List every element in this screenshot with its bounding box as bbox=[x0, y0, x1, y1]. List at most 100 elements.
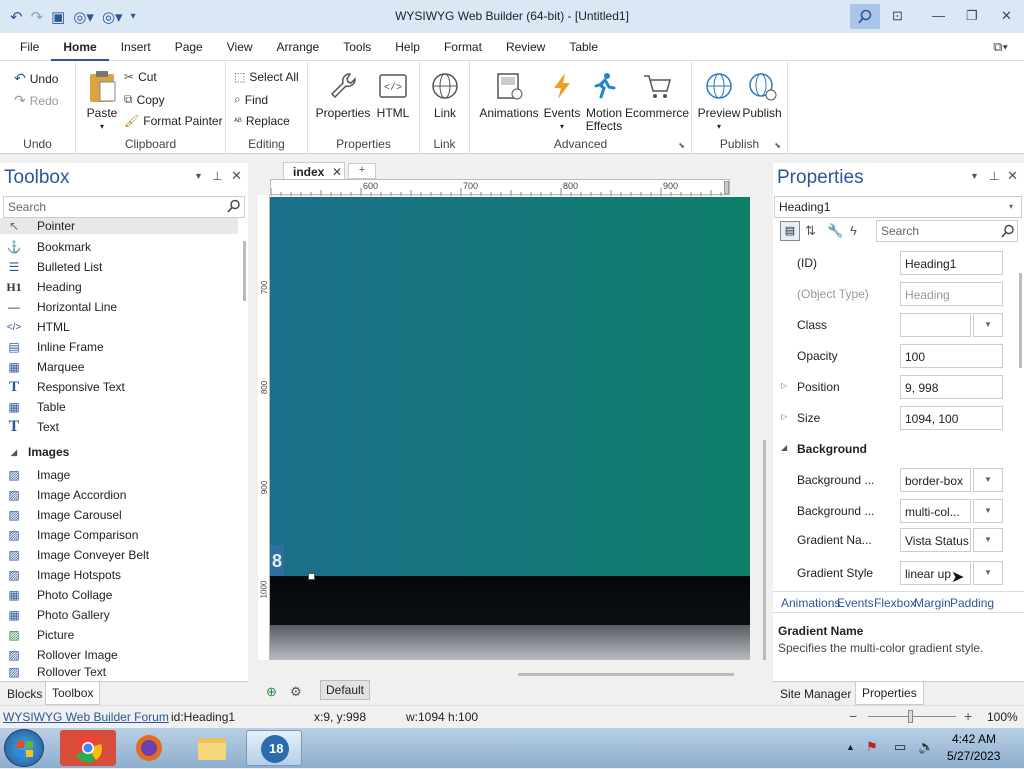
link-flexbox[interactable]: Flexbox bbox=[874, 596, 916, 610]
close-panel-icon[interactable]: ✕ bbox=[231, 168, 242, 184]
motion-effects-button[interactable]: Motion Effects bbox=[582, 69, 626, 133]
save-icon[interactable]: ▣ bbox=[51, 8, 65, 26]
prop-gradient-name-value[interactable]: Vista Status bbox=[900, 528, 971, 552]
horizontal-scrollbar[interactable] bbox=[518, 673, 734, 676]
link-events[interactable]: Events bbox=[837, 596, 874, 610]
chevron-down-icon[interactable]: ▼ bbox=[973, 561, 1003, 585]
search-icon[interactable] bbox=[850, 4, 880, 29]
panel-menu-icon[interactable]: ▼ bbox=[194, 171, 203, 181]
toolbox-item-photo-collage[interactable]: ▦ Photo Collage bbox=[0, 585, 238, 605]
menu-home[interactable]: Home bbox=[51, 33, 109, 61]
toolbox-item-responsive-text[interactable]: T Responsive Text bbox=[0, 377, 238, 397]
firefox-taskbar-button[interactable] bbox=[121, 730, 177, 766]
prop-bg-type-value[interactable]: multi-col... bbox=[900, 499, 971, 523]
menu-file[interactable]: File bbox=[0, 33, 51, 61]
tab-blocks[interactable]: Blocks bbox=[7, 687, 42, 701]
action-center-icon[interactable]: ⚑ bbox=[866, 739, 878, 755]
menu-page[interactable]: Page bbox=[163, 33, 215, 61]
link-margin[interactable]: Margin bbox=[914, 596, 951, 610]
zoom-out-icon[interactable]: − bbox=[849, 708, 857, 724]
tab-index[interactable]: index ✕ bbox=[283, 162, 345, 180]
publish-button[interactable]: Publish bbox=[740, 69, 784, 120]
find-button[interactable]: ⌕ Find bbox=[234, 92, 268, 107]
toolbox-item-image-accordion[interactable]: ▨ Image Accordion bbox=[0, 485, 238, 505]
copy-button[interactable]: ⧉ Copy bbox=[124, 92, 165, 107]
toolbox-item-inline-frame[interactable]: ▤ Inline Frame bbox=[0, 337, 238, 357]
toolbox-category-images[interactable]: ◢ Images bbox=[0, 442, 238, 462]
menu-insert[interactable]: Insert bbox=[109, 33, 163, 61]
panel-menu-icon[interactable]: ▼ bbox=[970, 171, 979, 181]
menu-table[interactable]: Table bbox=[557, 33, 610, 61]
heading-snippet[interactable]: 8 bbox=[270, 545, 284, 577]
menu-format[interactable]: Format bbox=[432, 33, 494, 61]
events-button[interactable]: Events ▾ bbox=[542, 69, 582, 133]
toolbox-item-text[interactable]: T Text bbox=[0, 417, 238, 437]
toolbox-item-marquee[interactable]: ▦ Marquee bbox=[0, 357, 238, 377]
prop-opacity-value[interactable]: 100 bbox=[900, 344, 1003, 368]
toolbox-item-bookmark[interactable]: ⚓ Bookmark bbox=[0, 237, 238, 257]
prop-position-value[interactable]: 9, 998 bbox=[900, 375, 1003, 399]
sort-alpha-icon[interactable]: ⇅ bbox=[805, 223, 816, 239]
chevron-down-icon[interactable]: ▼ bbox=[973, 468, 1003, 492]
toolbox-item-html[interactable]: </> HTML bbox=[0, 317, 238, 337]
toolbox-scrollbar[interactable] bbox=[243, 241, 246, 301]
object-selector[interactable]: Heading1 bbox=[774, 196, 1022, 218]
categorized-view-icon[interactable]: ▤ bbox=[780, 221, 800, 241]
menu-tools[interactable]: Tools bbox=[331, 33, 383, 61]
toolbox-item-picture[interactable]: ▨ Picture bbox=[0, 625, 238, 645]
volume-icon[interactable]: 🔈 bbox=[918, 739, 934, 755]
tab-properties[interactable]: Properties bbox=[855, 682, 924, 705]
link-animations[interactable]: Animations bbox=[781, 596, 840, 610]
close-panel-icon[interactable]: ✕ bbox=[1007, 168, 1018, 184]
tab-toolbox[interactable]: Toolbox bbox=[45, 682, 101, 705]
cut-button[interactable]: ✂ Cut bbox=[124, 70, 157, 84]
clock-time[interactable]: 4:42 AM bbox=[952, 732, 996, 746]
select-all-button[interactable]: ⬚ Select All bbox=[234, 70, 299, 84]
pin-icon[interactable]: ⊥ bbox=[212, 169, 222, 183]
toolbox-item-image-hotspots[interactable]: ▨ Image Hotspots bbox=[0, 565, 238, 585]
properties-button[interactable]: Properties bbox=[314, 69, 372, 120]
wysiwyg-taskbar-button[interactable]: 18 bbox=[246, 730, 302, 766]
close-tab-icon[interactable]: ✕ bbox=[332, 165, 342, 179]
undo-button[interactable]: ↶ Undo bbox=[14, 70, 58, 87]
link-button[interactable]: Link bbox=[426, 69, 464, 120]
replace-button[interactable]: ᴬᴮ Replace bbox=[234, 114, 290, 128]
zoom-in-icon[interactable]: + bbox=[964, 708, 972, 724]
redo-icon[interactable]: ↷ bbox=[31, 8, 44, 26]
start-button[interactable] bbox=[4, 729, 44, 767]
toolbox-item-bulleted-list[interactable]: ☰ Bulleted List bbox=[0, 257, 238, 277]
toolbox-item-table[interactable]: ▦ Table bbox=[0, 397, 238, 417]
menu-arrange[interactable]: Arrange bbox=[265, 33, 332, 61]
file-explorer-taskbar-button[interactable] bbox=[184, 730, 240, 766]
expand-icon[interactable]: ▷ bbox=[781, 412, 787, 421]
toolbox-item-image-comparison[interactable]: ▨ Image Comparison bbox=[0, 525, 238, 545]
clock-date[interactable]: 5/27/2023 bbox=[947, 749, 1000, 763]
properties-scrollbar[interactable] bbox=[1019, 273, 1022, 368]
chevron-down-icon[interactable]: ▼ bbox=[973, 528, 1003, 552]
toolbox-item-rollover-image[interactable]: ▨ Rollover Image bbox=[0, 645, 238, 665]
minimize-icon[interactable]: — bbox=[932, 8, 945, 23]
show-hidden-icons[interactable]: ▲ bbox=[846, 742, 855, 752]
new-tab-button[interactable]: + bbox=[348, 163, 376, 179]
breakpoint-default-button[interactable]: Default bbox=[320, 680, 370, 700]
animations-button[interactable]: Animations bbox=[478, 69, 540, 120]
zoom-slider-thumb[interactable] bbox=[908, 710, 913, 723]
gradient-section[interactable] bbox=[270, 197, 750, 577]
prop-section-background[interactable]: ◢ Background bbox=[773, 437, 1018, 461]
layout-options-icon[interactable]: ⧉▾ bbox=[993, 39, 1008, 55]
lightning-icon[interactable]: ϟ bbox=[850, 223, 857, 238]
forum-link[interactable]: WYSIWYG Web Builder Forum bbox=[3, 710, 169, 724]
prop-class-value[interactable] bbox=[900, 313, 971, 337]
undo-icon[interactable]: ↶ bbox=[10, 8, 23, 26]
preview-button[interactable]: Preview ▾ bbox=[696, 69, 742, 133]
prop-id-value[interactable]: Heading1 bbox=[900, 251, 1003, 275]
vertical-scrollbar[interactable] bbox=[763, 440, 766, 660]
ruler-marker[interactable] bbox=[724, 181, 729, 194]
redo-button[interactable]: ↷ Redo bbox=[14, 92, 58, 109]
toolbox-item-photo-gallery[interactable]: ▦ Photo Gallery bbox=[0, 605, 238, 625]
dialog-launcher-icon[interactable]: ⬊ bbox=[678, 141, 685, 150]
network-icon[interactable]: ▭ bbox=[894, 739, 906, 755]
format-painter-button[interactable]: 🖌 Format Painter bbox=[124, 114, 223, 128]
globe-icon[interactable]: ◎▾ bbox=[73, 8, 94, 26]
toolbox-item-pointer[interactable]: ↖ Pointer bbox=[0, 218, 238, 234]
